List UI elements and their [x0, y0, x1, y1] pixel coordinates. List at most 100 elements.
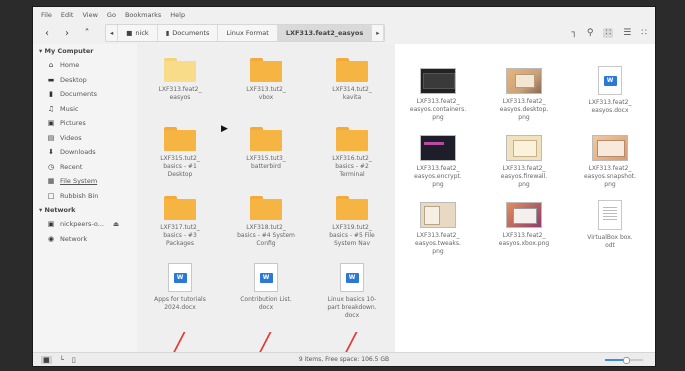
back-icon[interactable]: ‹ [41, 26, 53, 40]
file-item[interactable]: LXF314.tut2_ kavita [312, 54, 392, 102]
file-item[interactable]: LXF313.feat2_ easyos.firewall. png [484, 131, 564, 189]
file-item-label-line: easyos.snapshot. [583, 173, 637, 180]
file-item[interactable]: W LXF313.feat2_ easyos.docx [570, 64, 650, 115]
file-grid-pane: LXF313.feat2_ easyos LXF313.tut2_ vbox LXF31… [137, 44, 395, 352]
folder-icon: ▮ [165, 29, 170, 37]
file-item-label-line: Config [256, 240, 276, 247]
file-item-label-line: Desktop [167, 171, 193, 178]
file-item-label-line: LXF314.tut2_ [332, 86, 372, 93]
sidebar-item-music[interactable]: ♫ Music [33, 102, 137, 117]
file-item-label-line: LXF313.feat2_ [588, 99, 632, 106]
file-item[interactable]: LXF313.feat2_ easyos.xbox.png [484, 198, 564, 248]
file-grid-pane-secondary: LXF313.feat2_ easyos.containers. png LXF313… [395, 44, 655, 352]
file-item-label: LXF318.tut2_ basics - #4 System Config [231, 224, 301, 248]
icon-view-icon[interactable]: ∷ [603, 28, 614, 38]
breadcrumb-current[interactable]: LXF313.feat2_easyos [277, 25, 373, 41]
image-thumbnail [420, 202, 456, 228]
sidebar-item-pictures[interactable]: ▣ Pictures [33, 116, 137, 131]
sidebar-item-desktop[interactable]: ▬ Desktop [33, 73, 137, 88]
file-item[interactable]: ╱ [226, 330, 306, 353]
zoom-slider-handle[interactable] [622, 357, 630, 364]
menu-help[interactable]: Help [170, 11, 185, 19]
folder-icon [164, 196, 196, 220]
terminal-icon[interactable]: ┐ [571, 28, 576, 38]
file-item-label: LXF313.feat2_ easyos.desktop. png [489, 98, 559, 122]
file-item[interactable]: LXF313.feat2_ easyos.snapshot. png [570, 131, 650, 189]
desktop-icon: ▬ [47, 75, 55, 84]
file-item[interactable]: LXF316.tut2_ basics - #2 Terminal [312, 123, 392, 179]
sidebar-heading-my-computer[interactable]: ▾ My Computer [33, 44, 137, 58]
file-item-label-line: basics - #3 [163, 232, 197, 239]
file-item-label: LXF313.tut2_ vbox [231, 86, 301, 102]
sidebar-item-home[interactable]: ⌂ Home [33, 58, 137, 73]
file-item-label-line: basics - #5 File [329, 232, 375, 239]
file-item-label: LXF319.tut2_ basics - #5 File System Nav [317, 224, 387, 248]
sidebar-item-label: Recent [60, 162, 83, 171]
breadcrumb-linux-format[interactable]: Linux Format [218, 25, 278, 41]
file-item-label-line: easyos.docx [591, 107, 629, 114]
eject-icon[interactable]: ⏏ [113, 220, 119, 228]
up-icon[interactable]: ˄ [81, 26, 93, 40]
breadcrumb-label: LXF313.feat2_easyos [285, 29, 364, 37]
breadcrumb-nick[interactable]: ■ nick [118, 25, 158, 41]
file-item[interactable]: LXF317.tut2_ basics - #3 Packages [140, 192, 220, 248]
file-item[interactable]: W Apps for tutorials 2024.docx [140, 261, 220, 312]
menu-edit[interactable]: Edit [61, 11, 74, 19]
network-icon: ◉ [47, 234, 55, 243]
search-icon[interactable]: ⚲ [587, 28, 594, 38]
file-item-label-line: LXF315.tut2_ [160, 155, 200, 162]
file-item[interactable]: VirtualBox box. odt [570, 198, 650, 250]
list-view-icon[interactable]: ☰ [623, 28, 631, 38]
menu-file[interactable]: File [41, 11, 52, 19]
file-item-label-line: easyos.encrypt. [414, 173, 462, 180]
sidebar-item-network[interactable]: ◉ Network [33, 232, 137, 247]
sidebar-item-downloads[interactable]: ⬇ Downloads [33, 145, 137, 160]
zoom-slider[interactable] [605, 357, 643, 364]
file-item-label: LXF315.tut2_ basics - #1 Desktop [145, 155, 215, 179]
file-item[interactable]: LXF313.feat2_ easyos.desktop. png [484, 64, 564, 122]
sidebar-item-rubbish-bin[interactable]: □ Rubbish Bin [33, 189, 137, 204]
menu-view[interactable]: View [82, 11, 97, 19]
sidebar-item-recent[interactable]: ◷ Recent [33, 160, 137, 175]
crumb-right-icon[interactable]: ▸ [372, 25, 385, 41]
file-item-label-line: LXF313.feat2_ [502, 165, 546, 172]
crumb-left-icon[interactable]: ◂ [106, 25, 119, 41]
menu-bookmarks[interactable]: Bookmarks [125, 11, 161, 19]
file-item-label-line: docx [258, 304, 274, 311]
file-item[interactable]: LXF315.tut3_ batterbird [226, 123, 306, 171]
file-item-label-line: png [432, 114, 444, 121]
file-item[interactable]: LXF313.tut2_ vbox [226, 54, 306, 102]
file-item[interactable]: LXF313.feat2_ easyos.tweaks. png [398, 198, 478, 256]
file-item[interactable]: LXF318.tut2_ basics - #4 System Config [226, 192, 306, 248]
file-item[interactable]: W Contribution List. docx [226, 261, 306, 312]
file-item-label-line: easyos.xbox.png [498, 240, 550, 247]
home-icon: ⌂ [48, 61, 54, 70]
folder-icon [336, 196, 368, 220]
file-item-label-line: Contribution List. [240, 296, 292, 303]
file-item[interactable]: LXF313.feat2_ easyos.containers. png [398, 64, 478, 122]
file-item[interactable]: LXF313.feat2_ easyos.encrypt. png [398, 131, 478, 189]
file-item[interactable]: W Linux basics 10- part breakdown. docx [312, 261, 392, 320]
file-item[interactable]: ╱ [140, 330, 220, 353]
menu-go[interactable]: Go [107, 11, 116, 19]
file-item[interactable]: ╱ [312, 330, 392, 353]
file-item-label: LXF316.tut2_ basics - #2 Terminal [317, 155, 387, 179]
file-item-label-line: LXF319.tut2_ [332, 224, 372, 231]
sidebar-item-nickpeers[interactable]: ▣ nickpeers-o... ⏏ [33, 217, 137, 232]
sidebar-item-videos[interactable]: ▤ Videos [33, 131, 137, 146]
sidebar-heading-network[interactable]: ▾ Network [33, 203, 137, 217]
file-item[interactable]: LXF313.feat2_ easyos [140, 54, 220, 102]
breadcrumb-documents[interactable]: ▮ Documents [158, 25, 219, 41]
sidebar-item-documents[interactable]: ▮ Documents [33, 87, 137, 102]
file-item-label-line: batterbird [251, 163, 281, 170]
sidebar-item-file-system[interactable]: ▦ File System [33, 174, 137, 189]
file-item-label-line: LXF313.feat2_ [588, 165, 632, 172]
forward-icon[interactable]: › [61, 26, 73, 40]
recent-icon: ◷ [47, 162, 55, 171]
file-item[interactable]: LXF315.tut2_ basics - #1 Desktop [140, 123, 220, 179]
file-item-label-line: LXF313.feat2_ [416, 165, 460, 172]
file-item[interactable]: LXF319.tut2_ basics - #5 File System Nav [312, 192, 392, 248]
computer-icon: ▣ [47, 220, 55, 229]
compact-view-icon[interactable]: ∷ [641, 28, 647, 38]
videos-icon: ▤ [47, 133, 55, 142]
